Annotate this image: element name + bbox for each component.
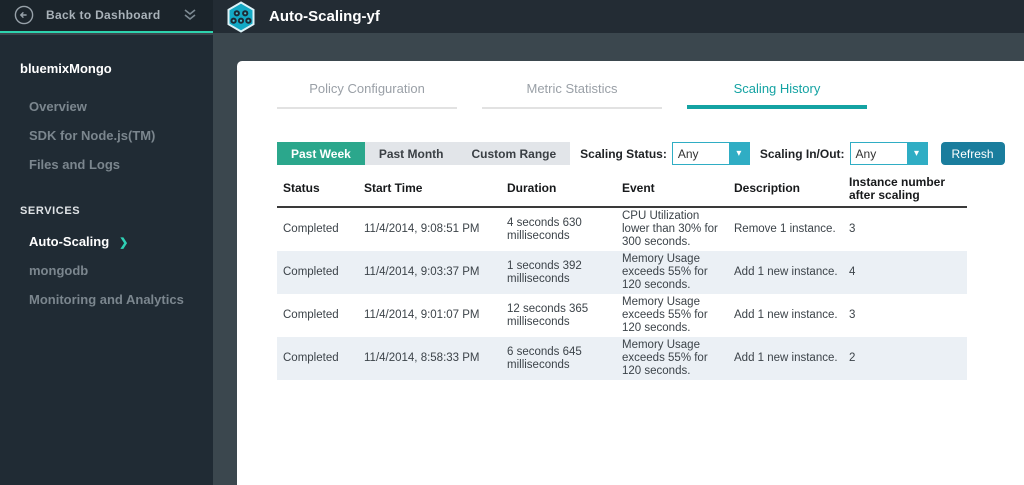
sidebar: bluemixMongo Overview SDK for Node.js(TM…	[0, 35, 213, 485]
cell-duration: 1 seconds 392 milliseconds	[507, 259, 582, 285]
past-week-button[interactable]: Past Week	[277, 142, 365, 165]
time-range-group: Past Week Past Month Custom Range	[277, 142, 571, 165]
past-month-button[interactable]: Past Month	[364, 142, 458, 165]
chevron-down-icon[interactable]: ▾	[906, 143, 927, 164]
collapse-double-chevron-icon[interactable]	[181, 7, 199, 23]
auto-scaling-app-icon	[225, 0, 257, 33]
back-arrow-icon[interactable]	[14, 5, 34, 25]
scaling-status-label: Scaling Status:	[580, 146, 667, 161]
cell-status: Completed	[283, 266, 339, 278]
cell-event: Memory Usage exceeds 55% for 120 seconds…	[622, 296, 708, 334]
tab-bar: Policy Configuration Metric Statistics S…	[277, 81, 867, 109]
col-header-description: Description	[734, 181, 801, 195]
back-to-dashboard-button[interactable]: Back to Dashboard	[0, 0, 213, 33]
col-header-event: Event	[622, 181, 655, 195]
app-header: Auto-Scaling-yf	[213, 0, 1024, 33]
cell-status: Completed	[283, 223, 339, 235]
col-header-duration: Duration	[507, 181, 557, 195]
cell-description: Add 1 new instance.	[734, 352, 838, 364]
app-window: Back to Dashboard Auto-Scaling-yf bluemi…	[0, 0, 1024, 485]
cell-event: CPU Utilization lower than 30% for 300 s…	[622, 210, 718, 248]
scaling-status-select[interactable]: Any ▾	[671, 142, 750, 165]
custom-range-button[interactable]: Custom Range	[457, 142, 571, 165]
filter-bar: Past Week Past Month Custom Range Scalin…	[277, 142, 1005, 165]
sidebar-item-files-and-logs[interactable]: Files and Logs	[20, 150, 213, 179]
sidebar-item-monitoring-analytics[interactable]: Monitoring and Analytics	[20, 285, 213, 314]
cell-description: Add 1 new instance.	[734, 309, 838, 321]
content-background: Policy Configuration Metric Statistics S…	[213, 35, 1024, 485]
cell-event: Memory Usage exceeds 55% for 120 seconds…	[622, 253, 708, 291]
scaling-inout-value: Any	[855, 147, 877, 161]
scaling-inout-select[interactable]: Any ▾	[849, 142, 928, 165]
chevron-right-icon: ❯	[119, 237, 129, 249]
cell-duration: 12 seconds 365 milliseconds	[507, 302, 589, 328]
cell-description: Remove 1 instance.	[734, 223, 836, 235]
cell-duration: 4 seconds 630 milliseconds	[507, 216, 582, 242]
cell-start-time: 11/4/2014, 9:08:51 PM	[364, 223, 480, 235]
refresh-button[interactable]: Refresh	[940, 142, 1005, 165]
sidebar-item-overview[interactable]: Overview	[20, 92, 213, 121]
cell-instances: 3	[849, 309, 856, 321]
sidebar-item-sdk-nodejs[interactable]: SDK for Node.js(TM)	[20, 121, 213, 150]
sidebar-item-mongodb[interactable]: mongodb	[20, 256, 213, 285]
main-card: Policy Configuration Metric Statistics S…	[237, 61, 1024, 485]
cell-event: Memory Usage exceeds 55% for 120 seconds…	[622, 339, 708, 377]
sidebar-app-name: bluemixMongo	[20, 61, 112, 76]
sidebar-section-services: SERVICES	[20, 205, 81, 217]
col-header-status: Status	[283, 181, 320, 195]
cell-instances: 4	[849, 266, 856, 278]
page-title: Auto-Scaling-yf	[269, 8, 380, 25]
cell-status: Completed	[283, 352, 339, 364]
back-to-dashboard-label: Back to Dashboard	[46, 7, 161, 22]
cell-status: Completed	[283, 309, 339, 321]
cell-instances: 3	[849, 223, 856, 235]
cell-start-time: 11/4/2014, 9:01:07 PM	[364, 309, 480, 321]
scaling-inout-label: Scaling In/Out:	[759, 146, 845, 161]
col-header-instances: Instance number after scaling	[849, 174, 946, 202]
tab-scaling-history[interactable]: Scaling History	[687, 81, 867, 109]
tab-metric-statistics[interactable]: Metric Statistics	[482, 81, 662, 109]
table-header-row: Status Start Time Duration Event Descrip…	[277, 174, 967, 208]
chevron-down-icon[interactable]: ▾	[728, 143, 749, 164]
tab-policy-configuration[interactable]: Policy Configuration	[277, 81, 457, 109]
scaling-status-value: Any	[677, 147, 699, 161]
scaling-history-table: Status Start Time Duration Event Descrip…	[277, 174, 967, 380]
cell-start-time: 11/4/2014, 9:03:37 PM	[364, 266, 480, 278]
cell-description: Add 1 new instance.	[734, 266, 838, 278]
sidebar-item-auto-scaling[interactable]: Auto-Scaling ❯	[20, 227, 213, 256]
table-row: Completed 11/4/2014, 9:08:51 PM 4 second…	[277, 208, 967, 251]
table-row: Completed 11/4/2014, 8:58:33 PM 6 second…	[277, 337, 967, 380]
table-row: Completed 11/4/2014, 9:01:07 PM 12 secon…	[277, 294, 967, 337]
cell-instances: 2	[849, 352, 856, 364]
table-row: Completed 11/4/2014, 9:03:37 PM 1 second…	[277, 251, 967, 294]
cell-start-time: 11/4/2014, 8:58:33 PM	[364, 352, 480, 364]
cell-duration: 6 seconds 645 milliseconds	[507, 345, 582, 371]
col-header-start-time: Start Time	[364, 181, 423, 195]
